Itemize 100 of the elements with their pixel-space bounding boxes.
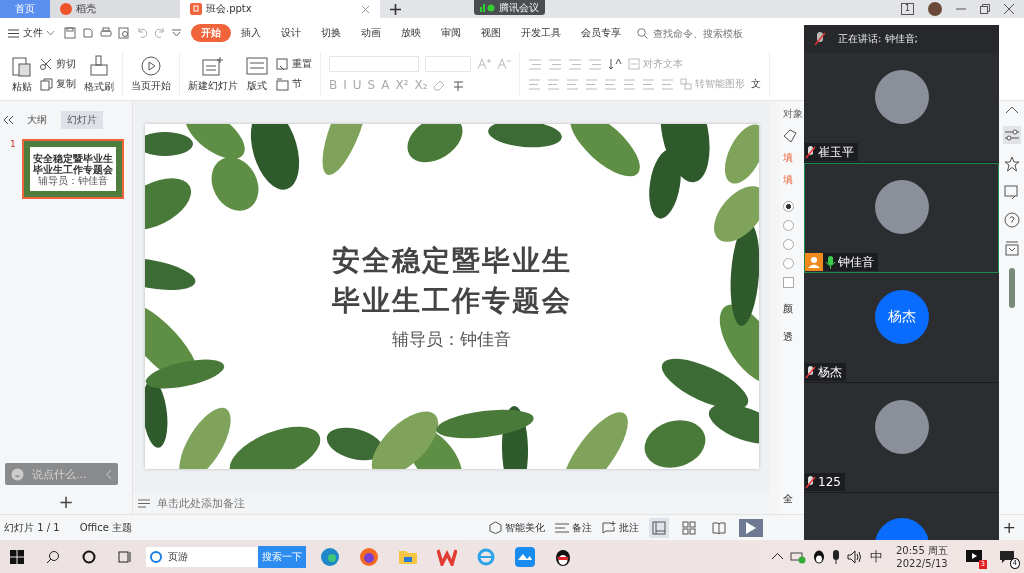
paragraph-tool-icon[interactable]: [585, 78, 598, 90]
section-button[interactable]: 节: [276, 77, 312, 91]
paragraph-tool-icon[interactable]: [566, 78, 579, 90]
ribbon-tab[interactable]: 审阅: [431, 24, 471, 42]
layout-button[interactable]: 版式: [246, 55, 268, 93]
paragraph-tool-icon[interactable]: [528, 78, 541, 90]
ribbon-tab[interactable]: 设计: [271, 24, 311, 42]
paste-button[interactable]: 粘贴: [12, 54, 32, 94]
ribbon-tab[interactable]: 切换: [311, 24, 351, 42]
screen-icon[interactable]: [1004, 184, 1020, 200]
document-tab[interactable]: 班会.pptx: [180, 0, 380, 18]
close-icon[interactable]: [1004, 4, 1014, 14]
text-direction-icon[interactable]: [608, 58, 622, 70]
network-check-icon[interactable]: [790, 549, 806, 564]
chevron-left-icon[interactable]: [106, 469, 112, 479]
new-slide-button[interactable]: 新建幻灯片: [188, 55, 238, 93]
user-avatar[interactable]: [928, 2, 942, 16]
eraser-icon[interactable]: [433, 79, 447, 91]
zoom-in-button[interactable]: +: [1002, 518, 1016, 537]
speaker-icon[interactable]: [847, 549, 863, 564]
properties-icon[interactable]: [1003, 126, 1021, 144]
document-tab[interactable]: 稻壳: [50, 0, 180, 18]
chevron-up-icon[interactable]: [1006, 107, 1018, 114]
paragraph-tool-icon[interactable]: [661, 78, 674, 90]
customize-icon[interactable]: [172, 29, 181, 37]
file-menu[interactable]: 文件: [8, 26, 54, 40]
radio-button[interactable]: [783, 220, 794, 231]
reset-button[interactable]: 重置: [276, 57, 312, 71]
paragraph-tool-icon[interactable]: [604, 78, 617, 90]
paragraph-tool-icon[interactable]: [548, 58, 562, 70]
chat-input[interactable]: 说点什么...: [30, 466, 100, 482]
scrollbar[interactable]: [1009, 268, 1015, 308]
slide-thumbnail[interactable]: 安全稳定暨毕业生 毕业生工作专题会 辅导员：钟佳音: [21, 139, 124, 199]
restore-icon[interactable]: [980, 4, 990, 14]
font-size-field[interactable]: [425, 56, 471, 72]
undo-icon[interactable]: [136, 27, 148, 39]
emoji-icon[interactable]: [11, 467, 24, 481]
new-tab-icon[interactable]: [390, 3, 401, 15]
media-icon[interactable]: [966, 549, 982, 564]
font-name-field[interactable]: [329, 56, 419, 72]
ribbon-tab[interactable]: 插入: [231, 24, 271, 42]
participant-tile[interactable]: 125: [804, 383, 999, 493]
windows-start-icon[interactable]: [10, 549, 24, 564]
view-button[interactable]: [648, 517, 669, 538]
scrollbar[interactable]: [770, 101, 780, 514]
notes-button[interactable]: 备注: [554, 520, 592, 535]
preview-icon[interactable]: [118, 27, 130, 39]
task-view-icon[interactable]: [118, 549, 132, 564]
save-icon[interactable]: [64, 27, 76, 39]
notification-center-icon[interactable]: [999, 549, 1015, 564]
ribbon-tab[interactable]: 视图: [471, 24, 511, 42]
ribbon-tab[interactable]: 动画: [351, 24, 391, 42]
chat-bar[interactable]: 说点什么...: [5, 463, 118, 485]
close-icon[interactable]: [361, 4, 370, 14]
meeting-app-icon[interactable]: [515, 546, 535, 567]
collapse-icon[interactable]: [4, 116, 13, 124]
shrink-font-icon[interactable]: [497, 58, 511, 70]
help-icon[interactable]: [1004, 212, 1020, 228]
participant-tile[interactable]: 崔玉平: [804, 53, 999, 163]
radio-button[interactable]: [783, 239, 794, 250]
screen-count-badge[interactable]: 1: [900, 3, 914, 15]
ribbon-tab[interactable]: 会员专享: [571, 24, 631, 42]
paragraph-tool-icon[interactable]: [623, 78, 636, 90]
apply-all-button[interactable]: 全: [783, 492, 793, 506]
panel-tab[interactable]: 幻灯片: [61, 111, 103, 129]
checkbox[interactable]: [783, 277, 794, 288]
paragraph-tool-icon[interactable]: [547, 78, 560, 90]
ribbon-tab[interactable]: 放映: [391, 24, 431, 42]
cortana-circle-icon[interactable]: [82, 549, 96, 564]
ie-browser-icon[interactable]: [476, 546, 496, 567]
meeting-badge[interactable]: 腾讯会议: [474, 0, 545, 15]
participant-tile[interactable]: 钟佳音: [804, 163, 999, 273]
shape-icon[interactable]: [783, 129, 797, 143]
format-painter-button[interactable]: 格式刷: [84, 54, 114, 94]
input-method-indicator[interactable]: 中: [870, 547, 883, 566]
radio-button[interactable]: [783, 258, 794, 269]
print-icon[interactable]: [100, 27, 112, 39]
microphone-icon[interactable]: [832, 549, 840, 564]
paragraph-tool-icon[interactable]: [568, 58, 582, 70]
panel-tab[interactable]: 大纲: [21, 111, 53, 129]
notes-field[interactable]: 单击此处添加备注: [155, 495, 459, 511]
ribbon-tab[interactable]: 开发工具: [511, 24, 571, 42]
paragraph-tool-icon[interactable]: [528, 58, 542, 70]
add-slide-button[interactable]: +: [58, 491, 74, 512]
office-suite-icon[interactable]: [437, 547, 457, 566]
redo-icon[interactable]: [154, 27, 166, 39]
grow-font-icon[interactable]: [477, 58, 491, 70]
copy-button[interactable]: 复制: [40, 77, 76, 91]
star-icon[interactable]: [1004, 156, 1020, 172]
search-icon[interactable]: [46, 549, 60, 564]
cut-button[interactable]: 剪切: [40, 57, 76, 71]
paragraph-tool-icon[interactable]: [642, 78, 655, 90]
slideshow-button[interactable]: [738, 518, 763, 537]
comments-button[interactable]: 批注: [601, 520, 639, 535]
command-search-field[interactable]: 查找命令、搜索模板: [637, 26, 765, 40]
chevron-up-icon[interactable]: [772, 553, 783, 560]
participant-tile[interactable]: 杨杰 杨杰: [804, 273, 999, 383]
play-from-current-button[interactable]: 当页开始: [131, 55, 171, 93]
radio-button[interactable]: [783, 201, 794, 212]
beautify-button[interactable]: 智能美化: [488, 520, 545, 535]
